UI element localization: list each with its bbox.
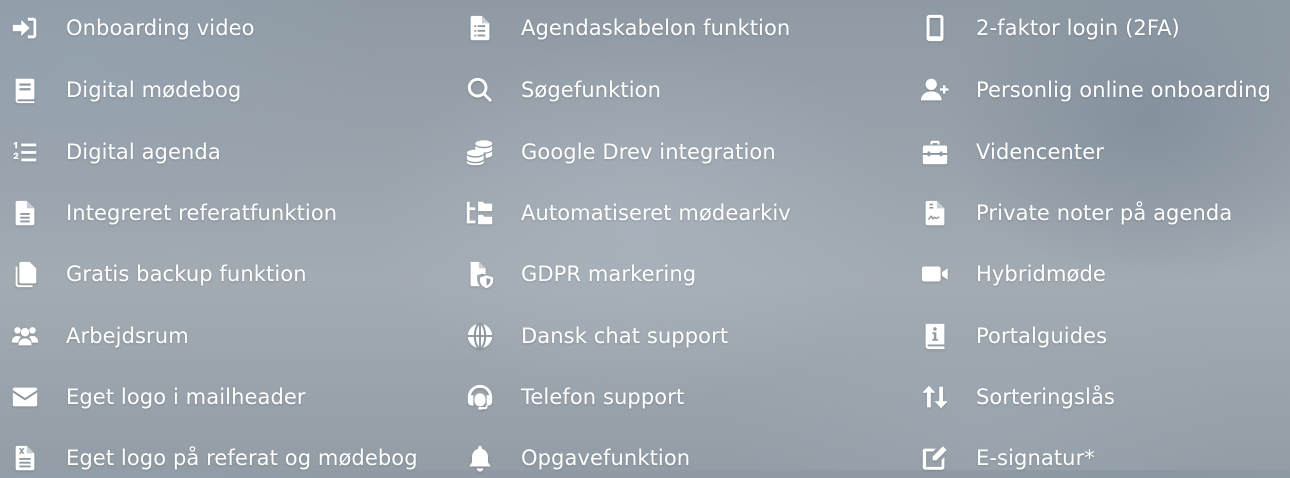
feature-label: Onboarding video xyxy=(66,16,255,40)
feature-label: Agendaskabelon funktion xyxy=(521,16,791,40)
feature-item: Digital mødebog xyxy=(8,70,241,110)
feature-grid: Onboarding video Digital mødebog Digital… xyxy=(0,0,1290,472)
file-shield-icon xyxy=(463,257,497,291)
feature-label: Eget logo på referat og mødebog xyxy=(66,446,418,470)
info-book-icon xyxy=(918,319,952,353)
sort-arrows-icon xyxy=(918,380,952,414)
feature-label: Digital mødebog xyxy=(66,78,242,102)
feature-item: Digital agenda xyxy=(8,132,221,172)
feature-item: Telefon support xyxy=(463,377,684,417)
feature-item: Private noter på agenda xyxy=(918,193,1232,233)
file-list-icon xyxy=(463,11,497,45)
feature-label: Telefon support xyxy=(521,385,685,409)
headset-icon xyxy=(463,380,497,414)
feature-item: Agendaskabelon funktion xyxy=(463,8,790,48)
database-coins-icon xyxy=(463,135,497,169)
feature-label: 2-faktor login (2FA) xyxy=(976,16,1180,40)
book-icon xyxy=(8,73,42,107)
video-camera-icon xyxy=(918,257,952,291)
feature-label: Hybridmøde xyxy=(976,262,1106,286)
feature-item: Eget logo på referat og mødebog xyxy=(8,438,418,478)
search-icon xyxy=(463,73,497,107)
users-icon xyxy=(8,319,42,353)
feature-item: GDPR markering xyxy=(463,254,696,294)
feature-label: Eget logo i mailheader xyxy=(66,385,306,409)
feature-item: Dansk chat support xyxy=(463,316,728,356)
feature-item: Søgefunktion xyxy=(463,70,661,110)
feature-label: Opgavefunktion xyxy=(521,446,691,470)
feature-label: Integreret referatfunktion xyxy=(66,201,338,225)
globe-icon xyxy=(463,319,497,353)
feature-label: Digital agenda xyxy=(66,140,221,164)
sign-in-icon xyxy=(8,11,42,45)
feature-item: Hybridmøde xyxy=(918,254,1106,294)
feature-item: Sorteringslås xyxy=(918,377,1115,417)
feature-label: Videncenter xyxy=(976,140,1104,164)
feature-label: Dansk chat support xyxy=(521,324,729,348)
envelope-icon xyxy=(8,380,42,414)
feature-item: Integreret referatfunktion xyxy=(8,193,337,233)
folder-tree-icon xyxy=(463,196,497,230)
numbered-list-icon xyxy=(8,135,42,169)
feature-label: Private noter på agenda xyxy=(976,201,1233,225)
feature-item: 2-faktor login (2FA) xyxy=(918,8,1180,48)
copy-files-icon xyxy=(8,257,42,291)
feature-item: Portalguides xyxy=(918,316,1107,356)
feature-item: E-signatur* xyxy=(918,438,1095,478)
feature-item: Opgavefunktion xyxy=(463,438,690,478)
feature-label: Sorteringslås xyxy=(976,385,1115,409)
feature-label: Gratis backup funktion xyxy=(66,262,307,286)
feature-item: Personlig online onboarding xyxy=(918,70,1271,110)
feature-label: GDPR markering xyxy=(521,262,697,286)
feature-item: Gratis backup funktion xyxy=(8,254,307,294)
toolbox-icon xyxy=(918,135,952,169)
feature-item: Google Drev integration xyxy=(463,132,776,172)
feature-label: Arbejdsrum xyxy=(66,324,189,348)
feature-label: Portalguides xyxy=(976,324,1108,348)
feature-label: E-signatur* xyxy=(976,446,1095,470)
feature-item: Arbejdsrum xyxy=(8,316,189,356)
feature-label: Google Drev integration xyxy=(521,140,776,164)
feature-item: Automatiseret mødearkiv xyxy=(463,193,791,233)
document-icon xyxy=(8,196,42,230)
feature-label: Automatiseret mødearkiv xyxy=(521,201,791,225)
file-signature-icon xyxy=(918,196,952,230)
mobile-phone-icon xyxy=(918,11,952,45)
feature-item: Eget logo i mailheader xyxy=(8,377,306,417)
user-plus-icon xyxy=(918,73,952,107)
feature-item: Videncenter xyxy=(918,132,1104,172)
feature-item: Onboarding video xyxy=(8,8,255,48)
feature-label: Søgefunktion xyxy=(521,78,662,102)
feature-label: Personlig online onboarding xyxy=(976,78,1271,102)
